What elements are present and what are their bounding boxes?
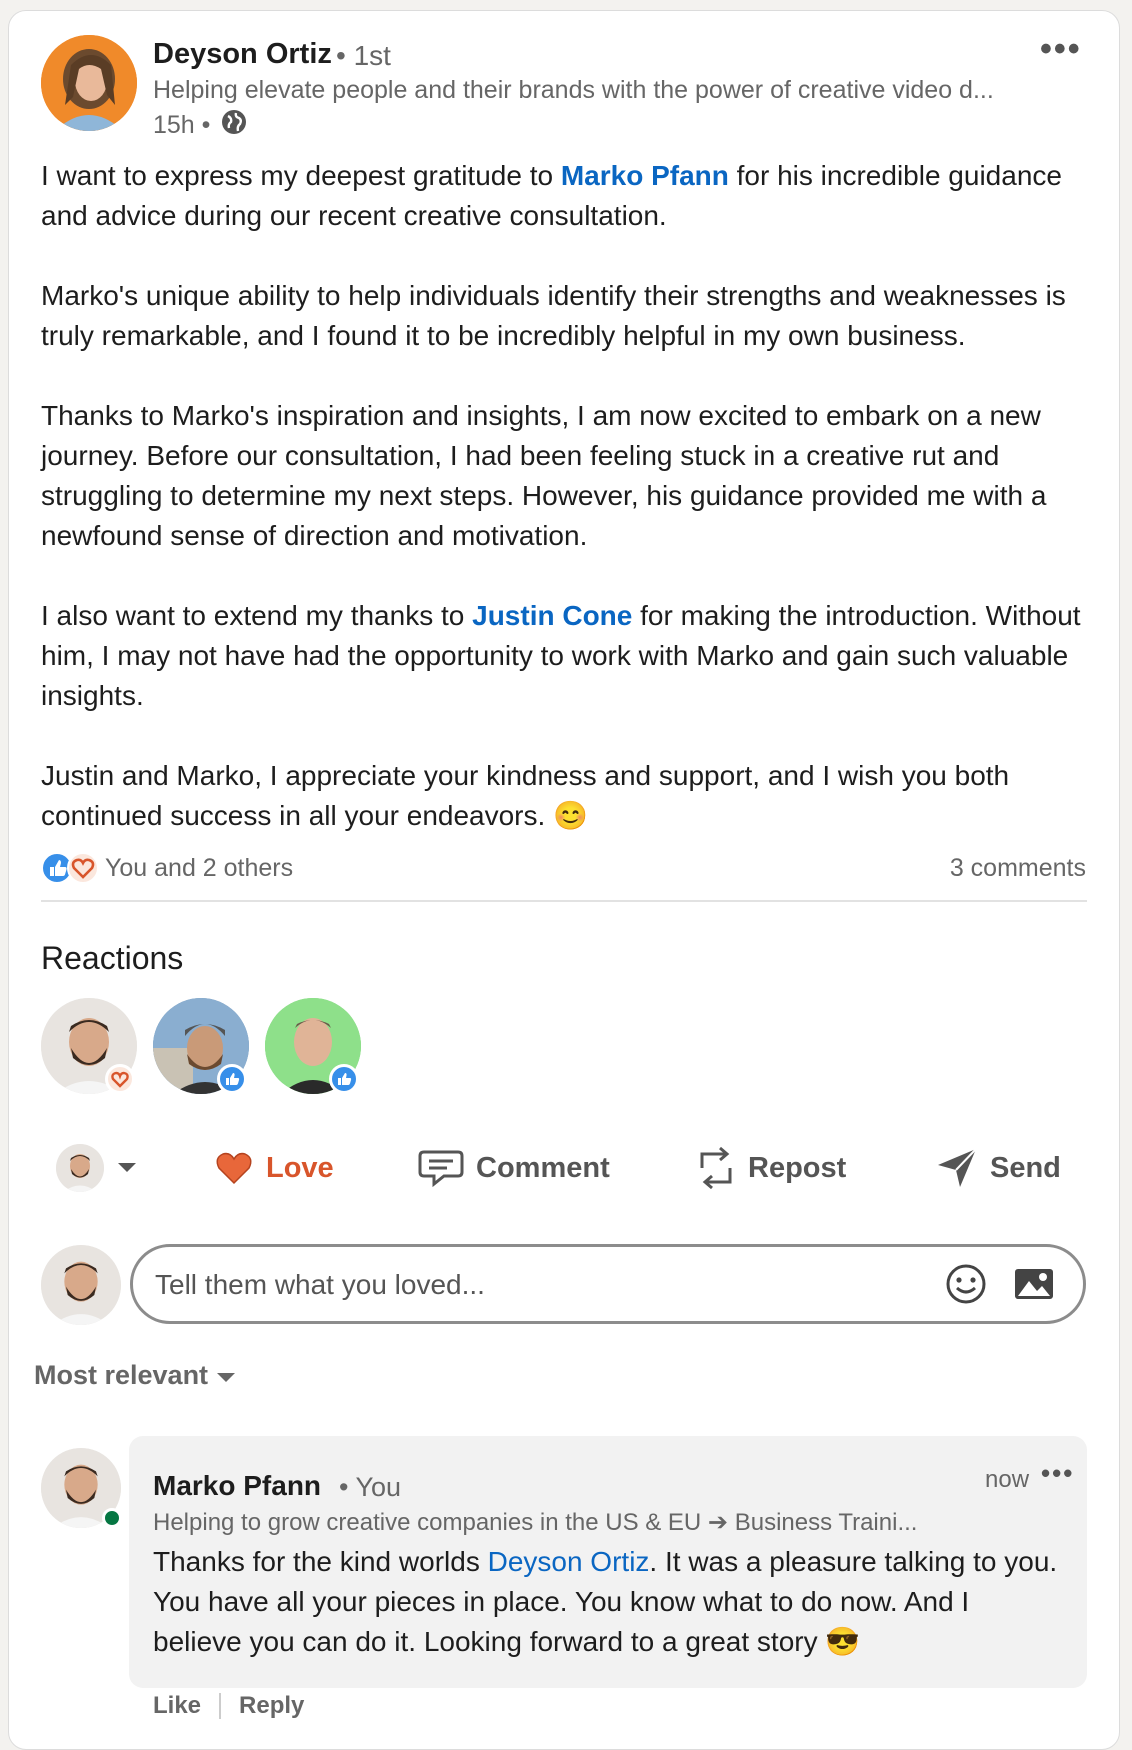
reactions-heading: Reactions	[41, 940, 184, 976]
mention-justin-cone[interactable]: Justin Cone	[472, 600, 632, 631]
like-reaction-badge	[329, 1064, 359, 1094]
online-status-dot	[102, 1508, 122, 1528]
post-time: 15h •	[153, 108, 248, 143]
send-button[interactable]: Send	[936, 1140, 1061, 1196]
post-paragraph-4: I also want to extend my thanks to Justi…	[41, 596, 1091, 716]
love-reaction-icon	[67, 852, 99, 889]
post-body: I want to express my deepest gratitude t…	[41, 156, 1091, 836]
comment-reply-button[interactable]: Reply	[239, 1692, 304, 1720]
sort-dropdown[interactable]: Most relevant	[34, 1360, 236, 1391]
comment-input[interactable]	[153, 1259, 917, 1311]
comment-label: Comment	[476, 1151, 610, 1184]
reaction-icons[interactable]	[41, 852, 99, 884]
post-paragraph-2: Marko's unique ability to help individua…	[41, 280, 1066, 351]
comment-composer	[130, 1244, 1086, 1324]
connection-degree: • 1st	[336, 40, 391, 71]
comment-actions: Like Reply	[153, 1692, 304, 1720]
comment-actions-divider	[219, 1693, 222, 1719]
image-icon[interactable]	[1013, 1265, 1055, 1308]
love-reaction-badge	[105, 1064, 135, 1094]
post-more-options-icon[interactable]: •••	[1040, 30, 1082, 69]
comment-like-button[interactable]: Like	[153, 1692, 201, 1720]
globe-icon	[220, 108, 248, 143]
comment-bubble: Marko Pfann • You now ••• Helping to gro…	[129, 1436, 1087, 1688]
send-label: Send	[990, 1151, 1061, 1184]
author-headline: Helping elevate people and their brands …	[153, 76, 994, 104]
commenter-name[interactable]: Marko Pfann	[153, 1470, 321, 1502]
like-reaction-badge	[217, 1064, 247, 1094]
divider	[41, 900, 1087, 902]
heart-icon	[214, 1150, 254, 1186]
caret-down-icon	[116, 1161, 138, 1175]
post-paragraph-1: I want to express my deepest gratitude t…	[41, 156, 1091, 236]
author-avatar[interactable]	[41, 35, 137, 131]
reaction-identity-switcher[interactable]	[56, 1140, 138, 1196]
repost-label: Repost	[748, 1151, 847, 1184]
repost-button[interactable]: Repost	[696, 1140, 846, 1196]
comment-icon	[418, 1148, 464, 1188]
sort-label: Most relevant	[34, 1360, 209, 1390]
post-paragraph-3: Thanks to Marko's inspiration and insigh…	[41, 400, 1047, 551]
commenter-badge: • You	[339, 1472, 402, 1502]
post-timestamp: 15h •	[153, 111, 211, 139]
commenter-headline: Helping to grow creative companies in th…	[153, 1509, 918, 1536]
composer-avatar	[41, 1245, 121, 1325]
love-label: Love	[266, 1151, 334, 1184]
comment-more-options-icon[interactable]: •••	[1041, 1458, 1074, 1489]
comment-button[interactable]: Comment	[418, 1140, 610, 1196]
comment-text: Thanks for the kind worlds Deyson Ortiz.…	[153, 1542, 1063, 1662]
mention-deyson-ortiz[interactable]: Deyson Ortiz	[488, 1546, 650, 1577]
caret-down-icon	[216, 1360, 236, 1391]
author-name[interactable]: Deyson Ortiz	[153, 38, 332, 71]
comment-time: now	[985, 1466, 1030, 1493]
send-icon	[936, 1147, 978, 1189]
comments-count[interactable]: 3 comments	[950, 854, 1086, 883]
repost-icon	[696, 1144, 736, 1192]
comment-text-part: Thanks for the kind worlds	[153, 1546, 488, 1577]
love-button[interactable]: Love	[214, 1140, 334, 1196]
post-text: I want to express my deepest gratitude t…	[41, 160, 561, 191]
current-user-avatar	[56, 1144, 104, 1192]
mention-marko-pfann[interactable]: Marko Pfann	[561, 160, 729, 191]
post-paragraph-5: Justin and Marko, I appreciate your kind…	[41, 760, 1010, 831]
emoji-icon[interactable]	[945, 1263, 987, 1310]
post-text: I also want to extend my thanks to	[41, 600, 473, 631]
reactions-summary[interactable]: You and 2 others	[105, 854, 293, 883]
